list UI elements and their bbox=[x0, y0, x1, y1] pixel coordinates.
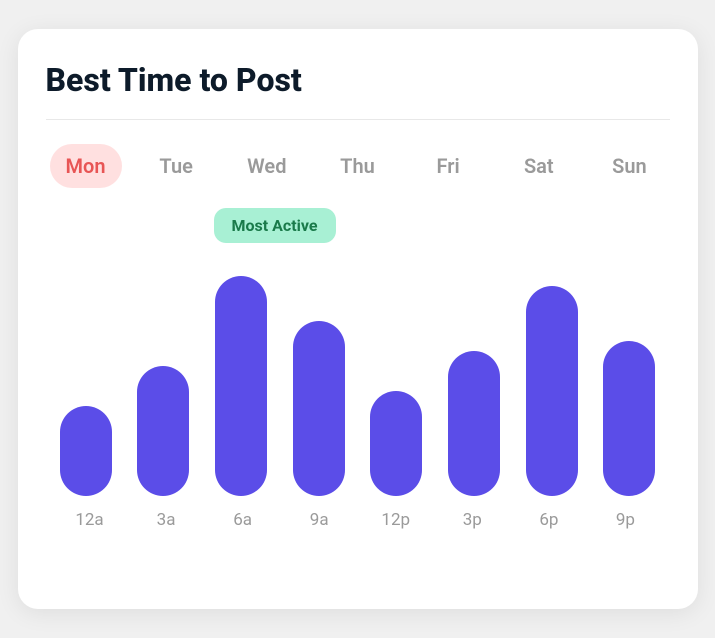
day-item-wed[interactable]: Wed bbox=[231, 144, 303, 188]
bar-9a bbox=[293, 321, 345, 496]
day-item-mon[interactable]: Mon bbox=[50, 144, 122, 188]
best-time-card: Best Time to Post MonTueWedThuFriSatSun … bbox=[18, 29, 698, 609]
day-item-fri[interactable]: Fri bbox=[412, 144, 484, 188]
bar-col-3a bbox=[127, 366, 199, 496]
time-label-12a: 12a bbox=[54, 510, 126, 530]
chart-area: Most Active 12a3a6a9a12p3p6p9p bbox=[46, 216, 670, 530]
most-active-badge: Most Active bbox=[214, 208, 336, 243]
time-label-9p: 9p bbox=[589, 510, 661, 530]
day-item-thu[interactable]: Thu bbox=[321, 144, 393, 188]
time-label-9a: 9a bbox=[283, 510, 355, 530]
day-item-sat[interactable]: Sat bbox=[503, 144, 575, 188]
bar-9p bbox=[603, 341, 655, 496]
bar-col-9p bbox=[593, 341, 665, 496]
bar-col-6a bbox=[205, 276, 277, 496]
bar-col-9a bbox=[283, 321, 355, 496]
bars-container bbox=[50, 216, 666, 496]
bar-3a bbox=[137, 366, 189, 496]
bar-col-12p bbox=[360, 391, 432, 496]
bar-col-6p bbox=[516, 286, 588, 496]
divider bbox=[46, 119, 670, 120]
bar-12p bbox=[370, 391, 422, 496]
bar-6a bbox=[215, 276, 267, 496]
bar-3p bbox=[448, 351, 500, 496]
days-row: Mon Tue Wed Thu Fri Sat Sun bbox=[46, 144, 670, 188]
card-title: Best Time to Post bbox=[46, 61, 670, 99]
time-labels: 12a3a6a9a12p3p6p9p bbox=[50, 496, 666, 530]
time-label-3a: 3a bbox=[130, 510, 202, 530]
day-item-tue[interactable]: Tue bbox=[140, 144, 212, 188]
bar-col-12a bbox=[50, 406, 122, 496]
time-label-12p: 12p bbox=[360, 510, 432, 530]
bar-col-3p bbox=[438, 351, 510, 496]
bar-12a bbox=[60, 406, 112, 496]
bar-6p bbox=[526, 286, 578, 496]
time-label-6p: 6p bbox=[513, 510, 585, 530]
time-label-6a: 6a bbox=[207, 510, 279, 530]
time-label-3p: 3p bbox=[436, 510, 508, 530]
day-item-sun[interactable]: Sun bbox=[593, 144, 665, 188]
